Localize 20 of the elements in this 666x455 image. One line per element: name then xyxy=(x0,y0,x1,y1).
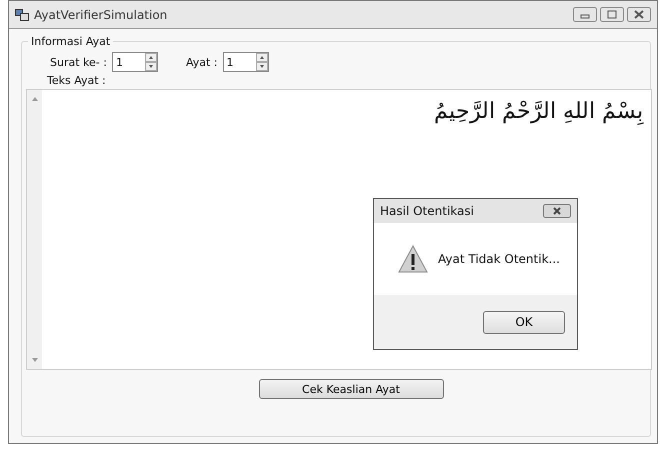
verse-text: بِسْمُ اللهِ الرَّحْمُ الرَّحِيمُ xyxy=(434,98,643,124)
close-icon[interactable] xyxy=(543,204,571,218)
group-title: Informasi Ayat xyxy=(30,35,112,48)
warning-icon xyxy=(398,245,428,273)
ok-button[interactable]: OK xyxy=(483,310,565,334)
number-spinner[interactable]: 1 xyxy=(222,52,268,72)
number-spinner[interactable]: 1 xyxy=(112,52,158,72)
field-label: Ayat : xyxy=(186,56,218,68)
dialog-message: Ayat Tidak Otentik... xyxy=(438,252,560,266)
window-icon xyxy=(15,8,29,20)
field-label: Surat ke- : xyxy=(50,56,107,68)
spin-arrows-icon[interactable] xyxy=(256,53,268,71)
window-title: AyatVerifierSimulation xyxy=(34,8,168,22)
check-button[interactable]: Cek Keaslian Ayat xyxy=(258,379,444,399)
spin-arrows-icon[interactable] xyxy=(144,53,157,71)
close-icon[interactable] xyxy=(627,7,651,22)
dialog-title: Hasil Otentikasi xyxy=(380,204,474,218)
text-label: Teks Ayat : xyxy=(46,74,107,87)
minimize-icon[interactable] xyxy=(573,7,597,22)
maximize-icon[interactable] xyxy=(600,7,624,22)
